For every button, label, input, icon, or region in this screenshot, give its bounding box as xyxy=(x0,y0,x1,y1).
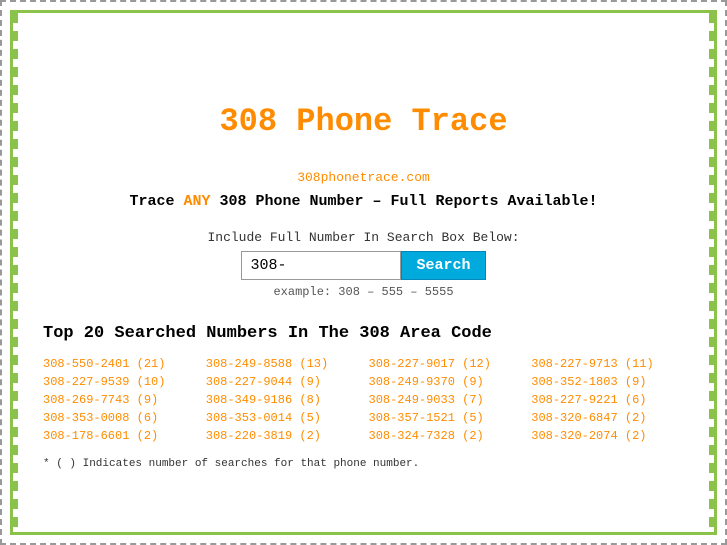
search-input[interactable] xyxy=(241,251,401,280)
search-button[interactable]: Search xyxy=(401,251,485,280)
top-numbers-title: Top 20 Searched Numbers In The 308 Area … xyxy=(43,324,684,343)
phone-number-link[interactable]: 308-550-2401 (21) xyxy=(43,357,196,371)
search-row: Search xyxy=(43,251,684,280)
tagline-any: ANY xyxy=(183,193,210,210)
phone-number-link[interactable]: 308-357-1521 (5) xyxy=(369,411,522,425)
phone-number-link[interactable]: 308-353-0008 (6) xyxy=(43,411,196,425)
phone-number-link[interactable]: 308-227-9044 (9) xyxy=(206,375,359,389)
phone-number-link[interactable]: 308-227-9017 (12) xyxy=(369,357,522,371)
phone-number-link[interactable]: 308-349-9186 (8) xyxy=(206,393,359,407)
tagline-suffix: 308 Phone Number – Full Reports Availabl… xyxy=(210,193,597,210)
phone-number-link[interactable]: 308-320-6847 (2) xyxy=(531,411,684,425)
phone-number-link[interactable]: 308-220-3819 (2) xyxy=(206,429,359,443)
phone-number-link[interactable]: 308-324-7328 (2) xyxy=(369,429,522,443)
search-section: Include Full Number In Search Box Below:… xyxy=(43,230,684,299)
phone-number-link[interactable]: 308-227-9539 (10) xyxy=(43,375,196,389)
phone-numbers-grid: 308-550-2401 (21) 308-249-8588 (13) 308-22… xyxy=(43,357,684,443)
phone-number-link[interactable]: 308-352-1803 (9) xyxy=(531,375,684,389)
page-title: 308 Phone Trace xyxy=(43,103,684,140)
site-url: 308phonetrace.com xyxy=(43,170,684,185)
phone-number-link[interactable]: 308-249-8588 (13) xyxy=(206,357,359,371)
phone-number-link[interactable]: 308-320-2074 (2) xyxy=(531,429,684,443)
phone-number-link[interactable]: 308-227-9221 (6) xyxy=(531,393,684,407)
phone-number-link[interactable]: 308-249-9033 (7) xyxy=(369,393,522,407)
phone-number-link[interactable]: 308-227-9713 (11) xyxy=(531,357,684,371)
tagline: Trace ANY 308 Phone Number – Full Report… xyxy=(43,193,684,210)
footnote: * ( ) Indicates number of searches for t… xyxy=(43,458,684,470)
phone-number-link[interactable]: 308-249-9370 (9) xyxy=(369,375,522,389)
phone-number-link[interactable]: 308-353-0014 (5) xyxy=(206,411,359,425)
search-example: example: 308 – 555 – 5555 xyxy=(43,285,684,299)
phone-number-link[interactable]: 308-269-7743 (9) xyxy=(43,393,196,407)
search-label: Include Full Number In Search Box Below: xyxy=(43,230,684,245)
tagline-prefix: Trace xyxy=(129,193,183,210)
phone-number-link[interactable]: 308-178-6601 (2) xyxy=(43,429,196,443)
